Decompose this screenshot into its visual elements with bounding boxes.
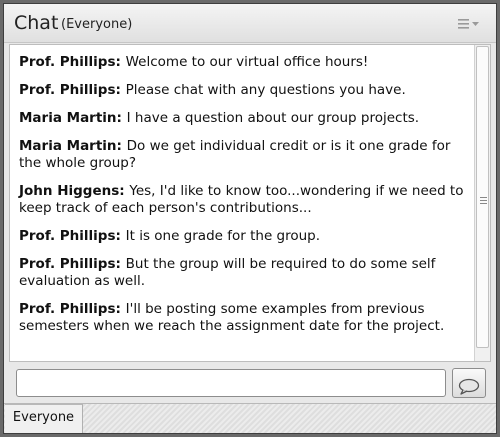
chat-tab-bar: Everyone (4, 403, 496, 433)
pod-subtitle: (Everyone) (61, 17, 133, 32)
send-message-button[interactable] (452, 368, 486, 398)
message-sender: Prof. Phillips (19, 82, 116, 98)
chat-messages-area[interactable]: Prof. Phillips: Welcome to our virtual o… (9, 44, 491, 362)
vertical-scrollbar[interactable] (474, 45, 490, 361)
chat-message: Prof. Phillips: But the group will be re… (19, 256, 436, 289)
chat-message: Prof. Phillips: It is one grade for the … (19, 228, 321, 244)
chat-message: Prof. Phillips: I'll be posting some exa… (19, 301, 445, 334)
chat-message: Maria Martin: I have a question about ou… (19, 110, 420, 126)
chat-message: Prof. Phillips: Please chat with any que… (19, 82, 406, 98)
message-sender: John Higgens (19, 183, 120, 199)
message-text: I have a question about our group projec… (126, 110, 420, 126)
chat-input-row (16, 369, 446, 397)
scrollbar-grip-icon (480, 197, 487, 206)
chat-message: Maria Martin: Do we get individual credi… (19, 138, 451, 171)
scrollbar-thumb[interactable] (476, 46, 489, 348)
message-list: Prof. Phillips: Welcome to our virtual o… (10, 45, 474, 346)
message-text: Welcome to our virtual office hours! (125, 54, 369, 70)
message-text: Please chat with any questions you have. (125, 82, 406, 98)
message-sender: Prof. Phillips (19, 228, 116, 244)
chat-message-input[interactable] (16, 369, 446, 397)
message-sender: Prof. Phillips (19, 54, 116, 70)
tab-everyone[interactable]: Everyone (5, 404, 83, 433)
chat-pod: Chat (Everyone) Prof. Phillips: Welcome … (3, 3, 497, 434)
message-sender: Prof. Phillips (19, 256, 116, 272)
message-sender: Maria Martin (19, 138, 117, 154)
message-sender: Maria Martin (19, 110, 117, 126)
chat-message: Prof. Phillips: Welcome to our virtual o… (19, 54, 369, 70)
pod-menu-icon[interactable] (458, 18, 480, 30)
pod-title: Chat (14, 12, 59, 34)
pod-title-bar: Chat (Everyone) (4, 4, 496, 43)
message-text: It is one grade for the group. (125, 228, 321, 244)
chat-message: John Higgens: Yes, I'd like to know too.… (19, 183, 464, 216)
speech-bubble-icon (458, 378, 480, 395)
message-sender: Prof. Phillips (19, 301, 116, 317)
